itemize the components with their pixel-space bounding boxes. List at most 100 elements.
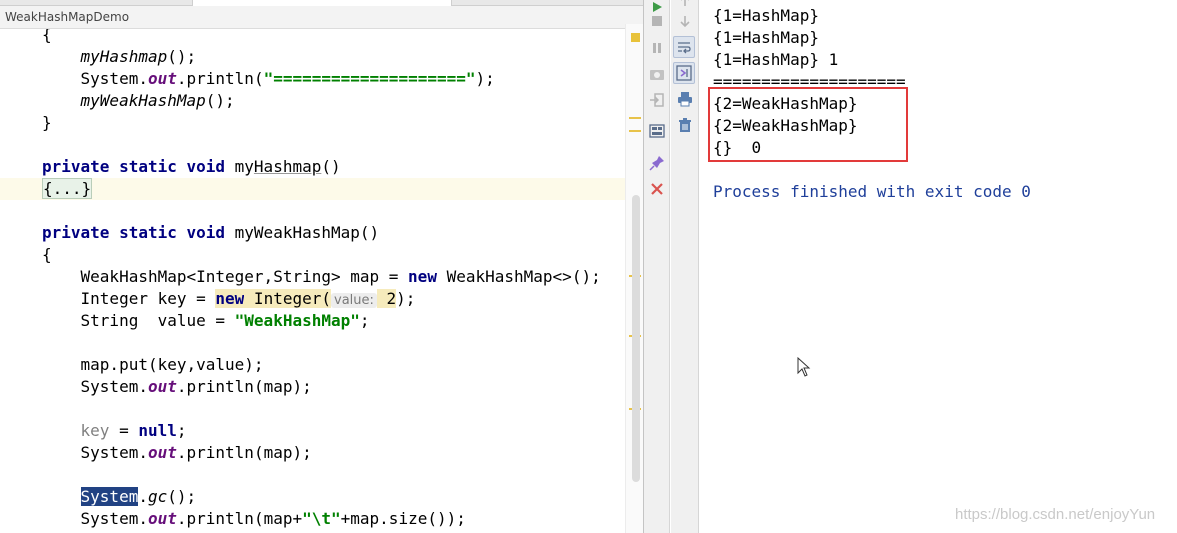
code-token: out — [147, 377, 177, 396]
code-token: WeakHashMap<Integer,String> map = — [42, 267, 409, 286]
code-line[interactable]: WeakHashMap<Integer,String> map = new We… — [0, 266, 625, 288]
code-token: ); — [396, 289, 416, 308]
code-token: key — [80, 421, 110, 440]
code-token: ; — [359, 311, 370, 330]
code-line[interactable] — [0, 200, 625, 222]
pin-icon[interactable] — [646, 152, 668, 174]
code-line[interactable]: System.out.println(map); — [0, 376, 625, 398]
breadcrumb[interactable]: WeakHashMapDemo — [0, 6, 643, 29]
code-token: new — [215, 289, 245, 308]
code-token: gc — [147, 487, 168, 506]
folded-code-region[interactable]: {...} — [42, 178, 93, 199]
code-token: out — [147, 443, 177, 462]
code-line[interactable]: } — [0, 112, 625, 134]
mouse-cursor-icon — [797, 356, 811, 381]
watermark: https://blog.csdn.net/enjoyYun — [955, 506, 1156, 523]
scroll-to-end-icon[interactable] — [673, 62, 695, 84]
code-token: map.put(key,value); — [42, 355, 264, 374]
highlight-annotation-box — [708, 87, 908, 162]
code-token: WeakHashMap<>(); — [436, 267, 601, 286]
code-token: System. — [42, 509, 148, 528]
editor-scrollbar[interactable] — [632, 195, 640, 482]
parameter-hint: value: — [331, 293, 377, 308]
code-token: System. — [42, 377, 148, 396]
print-icon[interactable] — [674, 88, 696, 110]
camera-icon[interactable] — [646, 63, 668, 85]
code-token: my — [234, 157, 254, 176]
run-toolbar-left — [644, 0, 670, 533]
code-line[interactable]: myHashmap(); — [0, 46, 625, 68]
code-token: ); — [475, 69, 495, 88]
code-token: null — [138, 421, 177, 440]
code-token: System — [80, 487, 139, 506]
code-line[interactable]: private static void myWeakHashMap() — [0, 222, 625, 244]
code-token: "\t" — [302, 509, 341, 528]
down-arrow-icon[interactable] — [674, 10, 696, 32]
code-token: myWeakHashMap() — [234, 223, 380, 242]
code-line[interactable]: { — [0, 244, 625, 266]
console-line: {1=HashMap} 1 — [713, 50, 839, 69]
code-token: private static void — [42, 157, 235, 176]
console-line: {1=HashMap} — [713, 28, 819, 47]
code-line[interactable]: map.put(key,value); — [0, 354, 625, 376]
code-line[interactable]: Integer key = new Integer(value: 2); — [0, 288, 625, 310]
layout-icon[interactable] — [646, 120, 668, 142]
code-token: private static void — [42, 223, 235, 242]
code-token: 2 — [376, 289, 397, 308]
code-token: Hashmap — [253, 157, 322, 176]
pause-icon[interactable] — [646, 37, 668, 59]
code-line[interactable]: System.out.println(map); — [0, 442, 625, 464]
exit-icon[interactable] — [646, 89, 668, 111]
warning-marker[interactable] — [629, 117, 641, 119]
console-line: {1=HashMap} — [713, 6, 819, 25]
inspection-status-icon[interactable] — [631, 33, 640, 42]
code-token: out — [147, 509, 177, 528]
trash-icon[interactable] — [674, 114, 696, 136]
code-token: = — [109, 421, 139, 440]
code-line[interactable]: private static void myHashmap() — [0, 156, 625, 178]
code-line[interactable]: System.out.println("====================… — [0, 68, 625, 90]
code-token: +map.size()); — [340, 509, 466, 528]
code-token: System. — [42, 443, 148, 462]
code-editor[interactable]: { myHashmap(); System.out.println("=====… — [0, 0, 643, 533]
code-area[interactable]: { myHashmap(); System.out.println("=====… — [0, 24, 625, 530]
soft-wrap-icon[interactable] — [673, 36, 695, 58]
code-token: (); — [167, 487, 197, 506]
code-token: "====================" — [263, 69, 476, 88]
code-line[interactable] — [0, 464, 625, 486]
code-token: { — [42, 245, 52, 264]
code-token: . — [138, 487, 148, 506]
code-line[interactable]: System.out.println(map+"\t"+map.size()); — [0, 508, 625, 530]
run-console[interactable]: {1=HashMap} {1=HashMap} {1=HashMap} 1 ==… — [700, 0, 1177, 533]
code-line[interactable] — [0, 134, 625, 156]
code-line[interactable]: myWeakHashMap(); — [0, 90, 625, 112]
code-token: (); — [205, 91, 235, 110]
code-token: () — [321, 157, 341, 176]
code-token: ; — [176, 421, 187, 440]
code-line[interactable]: System.gc(); — [0, 486, 625, 508]
code-token: out — [147, 69, 177, 88]
code-line[interactable]: {...} — [0, 178, 625, 200]
code-token: } — [42, 113, 52, 132]
code-token: .println(map); — [176, 377, 312, 396]
code-token: myWeakHashMap — [80, 91, 206, 110]
code-line[interactable] — [0, 332, 625, 354]
code-line[interactable]: String value = "WeakHashMap"; — [0, 310, 625, 332]
code-token: (); — [167, 47, 197, 66]
close-icon[interactable] — [646, 178, 668, 200]
code-line[interactable]: key = null; — [0, 420, 625, 442]
code-token: .println(map); — [176, 443, 312, 462]
code-line[interactable] — [0, 398, 625, 420]
process-finished-message: Process finished with exit code 0 — [713, 182, 1031, 201]
code-token: System. — [42, 69, 148, 88]
code-token: Integer( — [244, 289, 331, 308]
code-token: myHashmap — [80, 47, 168, 66]
warning-marker[interactable] — [629, 130, 641, 132]
code-token: "WeakHashMap" — [234, 311, 360, 330]
stop-icon[interactable] — [646, 10, 668, 32]
code-token: .println( — [176, 69, 264, 88]
